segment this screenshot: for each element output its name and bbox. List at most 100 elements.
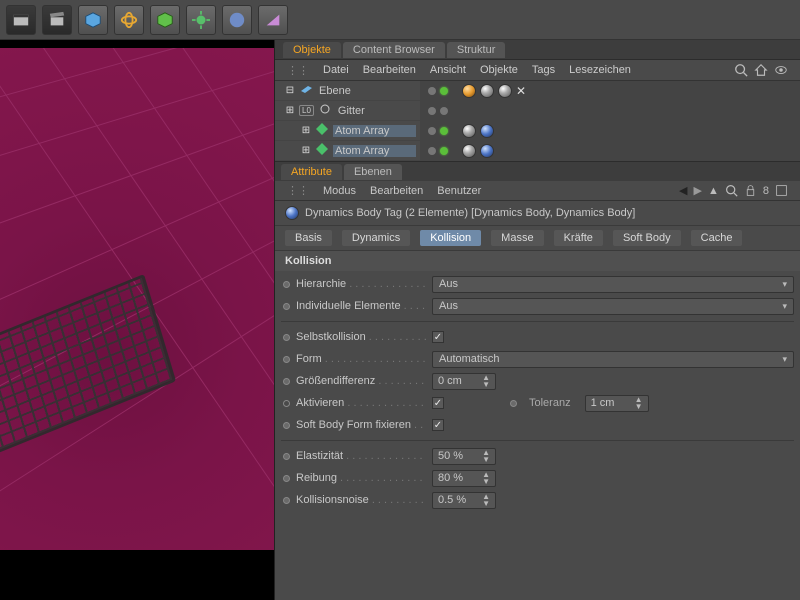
material-tag-icon[interactable] bbox=[480, 124, 494, 138]
visibility-dot[interactable] bbox=[428, 107, 436, 115]
prop-bullet bbox=[283, 475, 290, 482]
tab-content-browser[interactable]: Content Browser bbox=[343, 42, 445, 58]
menu-benutzer[interactable]: Benutzer bbox=[437, 185, 481, 197]
subtab-dynamics[interactable]: Dynamics bbox=[342, 230, 410, 246]
tab-struktur[interactable]: Struktur bbox=[447, 42, 506, 58]
numfield-größendifferenz[interactable]: 0 cm▲▼ bbox=[432, 373, 496, 390]
visibility-dot[interactable] bbox=[428, 147, 436, 155]
material-tag-icon[interactable] bbox=[498, 84, 512, 98]
tag-cell bbox=[420, 121, 800, 140]
checkbox-aktivieren[interactable]: ✓ bbox=[432, 397, 444, 409]
material-tag-icon[interactable] bbox=[462, 84, 476, 98]
menu-bearbeiten[interactable]: Bearbeiten bbox=[363, 64, 416, 76]
visibility-dot[interactable] bbox=[440, 87, 448, 95]
prop-label: Größendifferenz bbox=[296, 375, 426, 387]
tab-objekte[interactable]: Objekte bbox=[283, 42, 341, 58]
visibility-dot[interactable] bbox=[440, 107, 448, 115]
search-icon[interactable] bbox=[734, 63, 748, 77]
prop-elastizität: Elastizität50 %▲▼ bbox=[281, 445, 794, 467]
numfield-elastizität[interactable]: 50 %▲▼ bbox=[432, 448, 496, 465]
layer-badge: L0 bbox=[299, 105, 314, 116]
object-label[interactable]: Gitter bbox=[336, 105, 416, 117]
tag-cell bbox=[420, 141, 800, 160]
material-tag-icon[interactable] bbox=[462, 124, 476, 138]
numfield-kollisionsnoise[interactable]: 0.5 %▲▼ bbox=[432, 492, 496, 509]
menu-lesezeichen[interactable]: Lesezeichen bbox=[569, 64, 631, 76]
tool-clapper-icon[interactable] bbox=[42, 5, 72, 35]
menu-modus[interactable]: Modus bbox=[323, 185, 356, 197]
material-tag-icon[interactable] bbox=[480, 84, 494, 98]
numfield-reibung[interactable]: 80 %▲▼ bbox=[432, 470, 496, 487]
objects-menu: ⋮⋮ Datei Bearbeiten Ansicht Objekte Tags… bbox=[275, 60, 800, 81]
viewport[interactable] bbox=[0, 40, 275, 600]
attributes-subtabs: Basis Dynamics Kollision Masse Kräfte Soft Bo… bbox=[275, 226, 800, 251]
home-icon[interactable] bbox=[754, 63, 768, 77]
object-row-1[interactable]: ⊞ L0 Gitter bbox=[275, 101, 800, 121]
tool-wedge-icon[interactable] bbox=[258, 5, 288, 35]
tool-gear-icon[interactable] bbox=[186, 5, 216, 35]
tag-x-icon[interactable]: ✕ bbox=[516, 84, 526, 98]
nav-up-icon[interactable]: ▲ bbox=[708, 185, 719, 197]
visibility-dot[interactable] bbox=[440, 127, 448, 135]
prop-bullet bbox=[510, 400, 517, 407]
settings-icon[interactable] bbox=[775, 184, 788, 197]
object-row-3[interactable]: ⊞ Atom Array bbox=[275, 141, 800, 161]
nav-fwd-icon[interactable]: ▶ bbox=[694, 184, 702, 197]
dropdown-individuelle elemente[interactable]: Aus▾ bbox=[432, 298, 794, 315]
menu-ansicht[interactable]: Ansicht bbox=[430, 64, 466, 76]
expand-icon[interactable]: ⊞ bbox=[301, 125, 311, 136]
dropdown-hierarchie[interactable]: Aus▾ bbox=[432, 276, 794, 293]
prop-label: Individuelle Elemente bbox=[296, 300, 426, 312]
stepper-icon[interactable]: ▲▼ bbox=[482, 471, 490, 485]
subtab-masse[interactable]: Masse bbox=[491, 230, 543, 246]
badge-8-icon[interactable]: 8 bbox=[763, 185, 769, 197]
object-row-0[interactable]: ⊟ Ebene ✕ bbox=[275, 81, 800, 101]
subtab-kollision[interactable]: Kollision bbox=[420, 230, 481, 246]
stepper-icon[interactable]: ▲▼ bbox=[482, 374, 490, 388]
subtab-soft body[interactable]: Soft Body bbox=[613, 230, 681, 246]
expand-icon[interactable]: ⊞ bbox=[301, 145, 311, 156]
dropdown-form[interactable]: Automatisch▾ bbox=[432, 351, 794, 368]
prop-label: Hierarchie bbox=[296, 278, 426, 290]
tool-cube-icon[interactable] bbox=[78, 5, 108, 35]
object-tree[interactable]: ⊟ Ebene ✕ ⊞ L0 Gitter ⊞ Atom Array ⊞ Atom Array bbox=[275, 81, 800, 161]
object-label[interactable]: Ebene bbox=[317, 85, 416, 97]
object-label[interactable]: Atom Array bbox=[333, 145, 416, 157]
array-icon bbox=[315, 122, 329, 139]
visibility-dot[interactable] bbox=[440, 147, 448, 155]
object-label[interactable]: Atom Array bbox=[333, 125, 416, 137]
attributes-menu: ⋮⋮ Modus Bearbeiten Benutzer ◀ ▶ ▲ 8 bbox=[275, 181, 800, 201]
menu-bearbeiten2[interactable]: Bearbeiten bbox=[370, 185, 423, 197]
menu-datei[interactable]: Datei bbox=[323, 64, 349, 76]
prop-bullet bbox=[283, 356, 290, 363]
tool-rings-icon[interactable] bbox=[114, 5, 144, 35]
subtab-kräfte[interactable]: Kräfte bbox=[554, 230, 603, 246]
tool-cube-green-icon[interactable] bbox=[150, 5, 180, 35]
material-tag-icon[interactable] bbox=[462, 144, 476, 158]
stepper-icon[interactable]: ▲▼ bbox=[482, 449, 490, 463]
stepper-icon[interactable]: ▲▼ bbox=[482, 493, 490, 507]
material-tag-icon[interactable] bbox=[480, 144, 494, 158]
checkbox-soft body form fixieren[interactable]: ✓ bbox=[432, 419, 444, 431]
menu-tags[interactable]: Tags bbox=[532, 64, 555, 76]
eye-icon[interactable] bbox=[774, 63, 788, 77]
tab-attribute[interactable]: Attribute bbox=[281, 164, 342, 180]
expand-icon[interactable]: ⊞ bbox=[285, 105, 295, 116]
checkbox-selbstkollision[interactable]: ✓ bbox=[432, 331, 444, 343]
tab-ebenen[interactable]: Ebenen bbox=[344, 164, 402, 180]
object-row-2[interactable]: ⊞ Atom Array bbox=[275, 121, 800, 141]
collapse-icon[interactable]: ⊟ bbox=[285, 85, 295, 96]
tool-sphere-icon[interactable] bbox=[222, 5, 252, 35]
tool-film-icon[interactable] bbox=[6, 5, 36, 35]
visibility-dot[interactable] bbox=[428, 87, 436, 95]
lock-icon[interactable] bbox=[744, 184, 757, 197]
stepper-icon[interactable]: ▲▼ bbox=[635, 396, 643, 410]
visibility-dot[interactable] bbox=[428, 127, 436, 135]
prop-bullet bbox=[283, 378, 290, 385]
subtab-basis[interactable]: Basis bbox=[285, 230, 332, 246]
nav-back-icon[interactable]: ◀ bbox=[679, 184, 687, 197]
numfield-toleranz[interactable]: 1 cm▲▼ bbox=[585, 395, 649, 412]
menu-objekte[interactable]: Objekte bbox=[480, 64, 518, 76]
subtab-cache[interactable]: Cache bbox=[691, 230, 743, 246]
search2-icon[interactable] bbox=[725, 184, 738, 197]
